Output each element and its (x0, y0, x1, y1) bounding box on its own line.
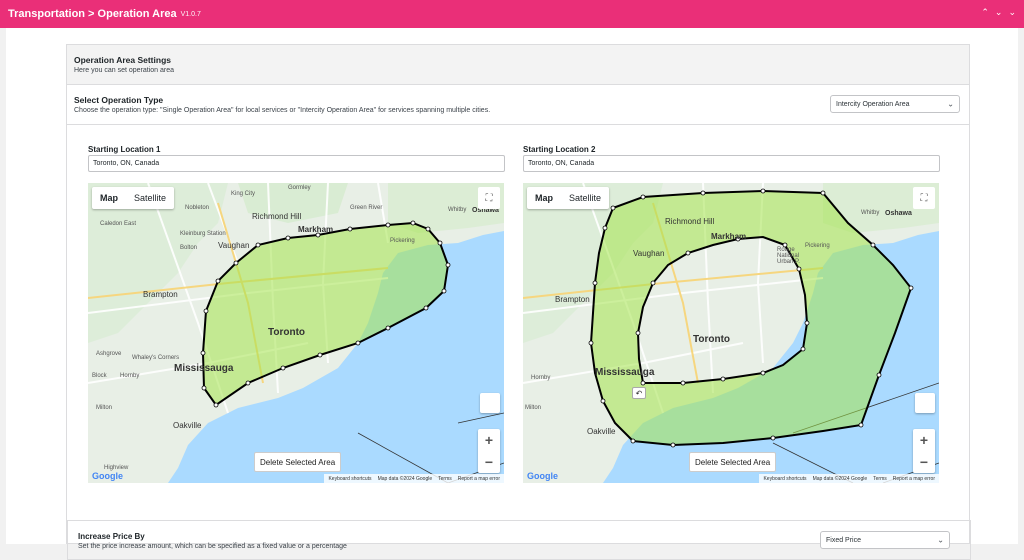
chevron-down-icon[interactable]: ⌄ (995, 7, 1003, 18)
map-label-vaughan: Vaughan (218, 241, 250, 250)
terms-link[interactable]: Terms (873, 476, 887, 482)
zoom-control: + − (913, 429, 935, 473)
map-label-caledon-east: Caledon East (100, 221, 137, 227)
operation-type-value: Intercity Operation Area (836, 100, 910, 108)
location2-label: Starting Location 2 (523, 145, 596, 154)
keyboard-shortcuts-link[interactable]: Keyboard shortcuts (328, 476, 371, 482)
map-type-map[interactable]: Map (92, 187, 126, 209)
map-label-hornby: Hornby (531, 375, 551, 381)
page-title: Transportation > Operation Area (8, 8, 177, 20)
map-type-satellite[interactable]: Satellite (561, 187, 609, 209)
fullscreen-icon[interactable]: ⛶ (478, 187, 500, 209)
map-type-control: Map Satellite (527, 187, 610, 209)
map-label-block: Block (92, 373, 107, 379)
map-label-brampton: Brampton (555, 295, 590, 304)
map-label-vaughan: Vaughan (633, 249, 665, 258)
terms-link[interactable]: Terms (438, 476, 452, 482)
map-attribution: Keyboard shortcuts Map data ©2024 Google… (324, 474, 504, 483)
map-label-ashgrove: Ashgrove (96, 351, 122, 357)
map-label-oshawa: Oshawa (885, 210, 912, 217)
top-bar: Transportation > Operation Area V1.0.7 ⌃… (0, 0, 1024, 28)
price-type-value: Fixed Price (826, 536, 862, 544)
version-label: V1.0.7 (180, 10, 201, 18)
map-label-pickering: Pickering (390, 238, 415, 244)
map-label-gormley: Gormley (288, 185, 311, 191)
map-control-button[interactable] (480, 393, 500, 413)
map-2[interactable]: Toronto Mississauga Brampton Vaughan Ric… (523, 183, 939, 483)
map-control-button[interactable] (915, 393, 935, 413)
increase-price-section: Increase Price By Set the price increase… (67, 520, 971, 560)
map-label-whitby: Whitby (861, 210, 880, 216)
increase-price-description: Set the price increase amount, which can… (78, 543, 347, 550)
map-label-markham: Markham (298, 225, 334, 234)
delete-selected-area-button[interactable]: Delete Selected Area (254, 452, 342, 472)
settings-card: Operation Area Settings Here you can set… (66, 44, 971, 560)
map-label-mississauga: Mississauga (174, 363, 234, 374)
map-label-oakville: Oakville (173, 421, 202, 430)
location2-input[interactable]: Toronto, ON, Canada (523, 155, 940, 172)
map-label-brampton: Brampton (143, 290, 178, 299)
zoom-out-button[interactable]: − (913, 451, 935, 473)
keyboard-shortcuts-link[interactable]: Keyboard shortcuts (763, 476, 806, 482)
zoom-out-button[interactable]: − (478, 451, 500, 473)
map-label-kleinburg: Kleinburg Station (180, 231, 226, 237)
map-label-milton: Milton (96, 405, 113, 411)
settings-subtitle: Here you can set operation area (74, 67, 175, 74)
operation-type-select[interactable]: Intercity Operation Area ⌄ (830, 95, 960, 113)
zoom-in-button[interactable]: + (478, 429, 500, 451)
settings-header: Operation Area Settings Here you can set… (67, 45, 969, 85)
undo-icon[interactable]: ↶ (632, 387, 646, 399)
map-label-richmond-hill: Richmond Hill (665, 217, 715, 226)
zoom-in-button[interactable]: + (913, 429, 935, 451)
map-label-green-river: Green River (350, 205, 383, 211)
map-label-mississauga: Mississauga (595, 367, 655, 378)
map-label-nobleton: Nobleton (185, 205, 210, 211)
map-type-map[interactable]: Map (527, 187, 561, 209)
map-data-label: Map data ©2024 Google (377, 475, 433, 482)
map-label-oakville: Oakville (587, 427, 616, 436)
map-label-whaleys: Whaley's Corners (132, 355, 180, 361)
delete-selected-area-button[interactable]: Delete Selected Area (689, 452, 777, 472)
map-type-control: Map Satellite (92, 187, 175, 209)
map-type-satellite[interactable]: Satellite (126, 187, 174, 209)
map-2-canvas (523, 183, 939, 483)
map-label-rouge: Rouge National Urban P. (777, 247, 800, 265)
chevron-down-icon[interactable]: ⌄ (1008, 7, 1016, 18)
google-logo: Google (527, 471, 558, 481)
chevron-down-icon: ⌄ (937, 535, 944, 545)
report-error-link[interactable]: Report a map error (458, 476, 500, 482)
map-label-whitby: Whitby (448, 207, 467, 213)
panel-arrows: ⌃ ⌄ ⌄ (981, 7, 1016, 18)
price-type-select[interactable]: Fixed Price ⌄ (820, 531, 950, 549)
map-label-richmond-hill: Richmond Hill (252, 212, 302, 221)
map-attribution: Keyboard shortcuts Map data ©2024 Google… (759, 474, 939, 483)
map-label-toronto: Toronto (693, 334, 731, 345)
map-label-king-city: King City (231, 191, 256, 197)
map-data-label: Map data ©2024 Google (812, 475, 868, 482)
location1-input[interactable]: Toronto, ON, Canada (88, 155, 505, 172)
map-label-bolton: Bolton (180, 245, 198, 251)
page-content: Operation Area Settings Here you can set… (6, 28, 1018, 560)
google-logo: Google (92, 471, 123, 481)
map-label-milton: Milton (525, 405, 542, 411)
increase-price-label: Increase Price By (78, 532, 145, 541)
fullscreen-icon[interactable]: ⛶ (913, 187, 935, 209)
map-label-toronto: Toronto (268, 327, 306, 338)
zoom-control: + − (478, 429, 500, 473)
location1-label: Starting Location 1 (88, 145, 161, 154)
chevron-down-icon: ⌄ (947, 99, 954, 109)
report-error-link[interactable]: Report a map error (893, 476, 935, 482)
map-1[interactable]: Toronto Mississauga Brampton Vaughan Ric… (88, 183, 504, 483)
map-label-hornby: Hornby (120, 373, 140, 379)
collapse-icon[interactable]: ⌃ (981, 7, 989, 18)
map-label-markham: Markham (711, 232, 747, 241)
settings-title: Operation Area Settings (74, 55, 171, 65)
